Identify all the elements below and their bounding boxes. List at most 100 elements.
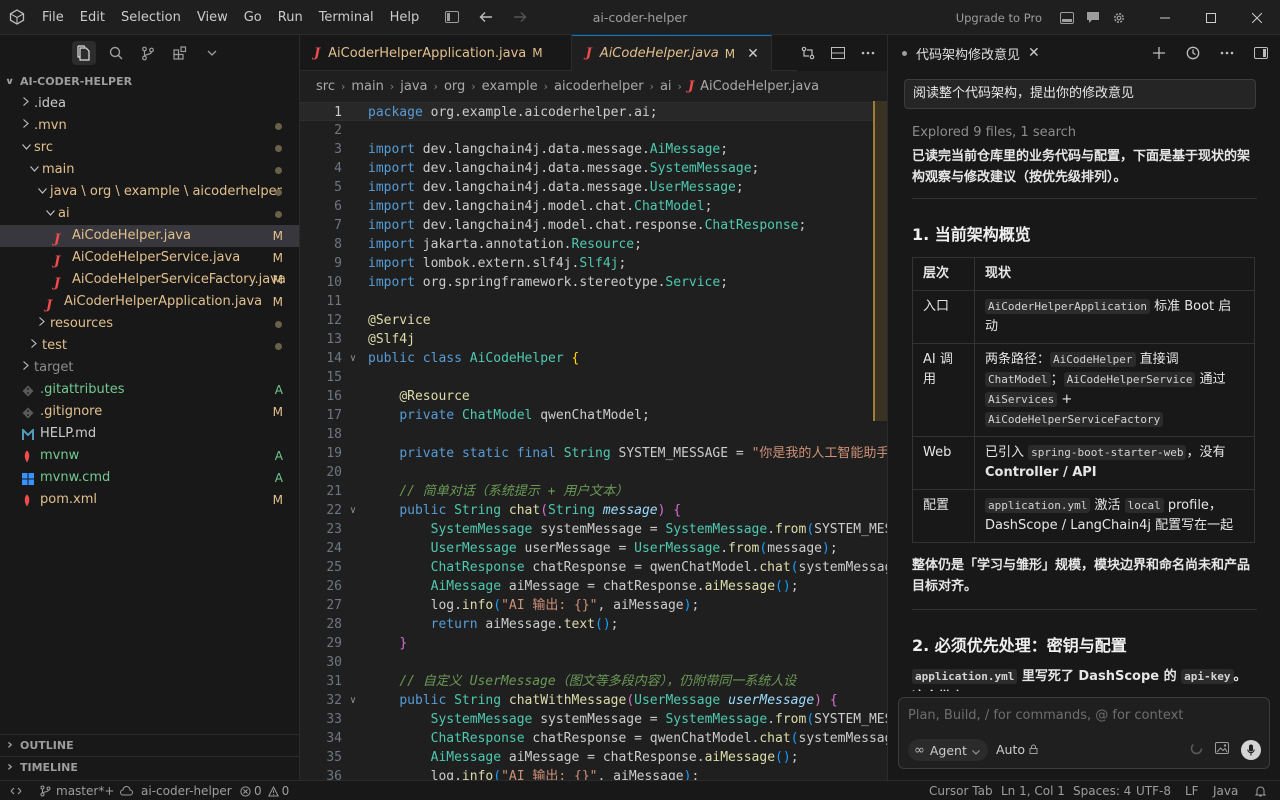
code-line[interactable]: 14 ∨ public class AiCodeHelper { (300, 349, 887, 368)
code-line[interactable]: 12 @Service (300, 311, 887, 330)
code-line[interactable]: 30 (300, 653, 887, 672)
upgrade-link[interactable]: Upgrade to Pro (956, 11, 1042, 25)
file-item[interactable]: J AiCodeHelperServiceFactory.java M (0, 269, 299, 291)
code-line[interactable]: 8 import jakarta.annotation.Resource; (300, 235, 887, 254)
search-icon[interactable] (104, 41, 128, 65)
language-mode[interactable]: Java (1213, 781, 1238, 800)
composer-placeholder[interactable]: Plan, Build, / for commands, @ for conte… (908, 708, 1183, 723)
code-line[interactable]: 23 SystemMessage systemMessage = SystemM… (300, 520, 887, 539)
editor-tab[interactable]: J AiCodeHelper.java M ✕ (571, 35, 772, 71)
forward-arrow-icon[interactable] (509, 6, 531, 28)
code-line[interactable]: 21 // 简单对话（系统提示 + 用户文本） (300, 482, 887, 501)
breadcrumb-item[interactable]: ai (660, 79, 672, 94)
breadcrumb-item[interactable]: java (400, 79, 427, 94)
explorer-files-icon[interactable] (72, 41, 96, 65)
code-line[interactable]: 17 private ChatModel qwenChatModel; (300, 406, 887, 425)
image-attach-icon[interactable] (1215, 742, 1229, 758)
breadcrumb-item[interactable]: src (316, 79, 335, 94)
code-line[interactable]: 32 ∨ public String chatWithMessage(UserMe… (300, 691, 887, 710)
code-line[interactable]: 27 log.info("AI 输出: {}", aiMessage); (300, 596, 887, 615)
source-control-icon[interactable] (136, 41, 160, 65)
file-item[interactable]: pom.xml M (0, 489, 299, 511)
explored-summary[interactable]: Explored 9 files, 1 search (912, 125, 1257, 140)
folder-item[interactable]: main (0, 159, 299, 181)
toggle-sidebar-icon[interactable] (441, 6, 463, 28)
problems-indicator[interactable]: 0 0 (240, 781, 289, 800)
cursor-tab-status[interactable]: Cursor Tab (929, 781, 993, 800)
code-line[interactable]: 22 ∨ public String chat(String message) { (300, 501, 887, 520)
breadcrumb-item[interactable]: main (351, 79, 383, 94)
file-item[interactable]: .gitattributes A (0, 379, 299, 401)
cursor-position[interactable]: Ln 1, Col 1 (1001, 781, 1065, 800)
code-line[interactable]: 24 UserMessage userMessage = UserMessage… (300, 539, 887, 558)
close-tab-icon[interactable]: ✕ (747, 46, 759, 62)
end-of-line[interactable]: LF (1185, 781, 1199, 800)
breadcrumb-item[interactable]: aicoderhelper (554, 79, 644, 94)
menu-help[interactable]: Help (382, 0, 428, 35)
agent-mode-selector[interactable]: ∞ Agent (908, 739, 988, 761)
code-line[interactable]: 36 log.info("AI 输出: {}", aiMessage); (300, 767, 887, 780)
folder-item[interactable]: test (0, 335, 299, 357)
more-actions-icon[interactable] (857, 42, 879, 64)
code-line[interactable]: 9 import lombok.extern.slf4j.Slf4j; (300, 254, 887, 273)
folder-item[interactable]: .mvn (0, 115, 299, 137)
history-clock-icon[interactable] (1182, 42, 1204, 64)
fold-chevron-icon[interactable]: ∨ (350, 349, 356, 368)
code-line[interactable]: 33 SystemMessage systemMessage = SystemM… (300, 710, 887, 729)
code-line[interactable]: 2 (300, 121, 887, 140)
code-line[interactable]: 31 // 自定义 UserMessage（图文等多段内容），仍附带同一系统人设 (300, 672, 887, 691)
breadcrumb-item[interactable]: AiCodeHelper.java (700, 79, 819, 94)
menu-selection[interactable]: Selection (113, 0, 189, 35)
extensions-icon[interactable] (168, 41, 192, 65)
code-line[interactable]: 4 import dev.langchain4j.data.message.Sys… (300, 159, 887, 178)
code-line[interactable]: 7 import dev.langchain4j.model.chat.respo… (300, 216, 887, 235)
notifications-bell-icon[interactable] (1255, 781, 1266, 800)
file-item[interactable]: .gitignore M (0, 401, 299, 423)
layout-panel-icon[interactable] (1056, 7, 1078, 29)
folder-item[interactable]: resources (0, 313, 299, 335)
fold-chevron-icon[interactable]: ∨ (350, 691, 356, 710)
breadcrumb-item[interactable]: example (482, 79, 538, 94)
menu-view[interactable]: View (189, 0, 236, 35)
chat-composer[interactable]: Plan, Build, / for commands, @ for conte… (898, 697, 1270, 769)
code-line[interactable]: 25 ChatResponse chatResponse = qwenChatM… (300, 558, 887, 577)
project-name[interactable]: ai-coder-helper (141, 781, 232, 800)
encoding[interactable]: UTF-8 (1136, 781, 1171, 800)
explorer-section-title[interactable]: AI-CODER-HELPER (0, 71, 299, 93)
scrollbar-thumb[interactable] (873, 101, 887, 421)
code-line[interactable]: 19 private static final String SYSTEM_ME… (300, 444, 887, 463)
code-line[interactable]: 20 (300, 463, 887, 482)
folder-item[interactable]: src (0, 137, 299, 159)
code-line[interactable]: 35 AiMessage aiMessage = chatResponse.ai… (300, 748, 887, 767)
code-line[interactable]: 6 import dev.langchain4j.model.chat.ChatM… (300, 197, 887, 216)
menu-file[interactable]: File (34, 0, 72, 35)
file-item[interactable]: mvnw A (0, 445, 299, 467)
folder-item[interactable]: java \ org \ example \ aicoderhelper (0, 181, 299, 203)
chat-bubble-icon[interactable] (1082, 7, 1104, 29)
chevron-down-icon[interactable] (200, 41, 224, 65)
folder-item[interactable]: target (0, 357, 299, 379)
file-item[interactable]: HELP.md (0, 423, 299, 445)
menu-terminal[interactable]: Terminal (311, 0, 382, 35)
code-line[interactable]: 26 AiMessage aiMessage = chatResponse.ai… (300, 577, 887, 596)
compare-changes-icon[interactable] (797, 42, 819, 64)
code-editor[interactable]: 1 package org.example.aicoderhelper.ai; 2 3… (300, 101, 887, 780)
code-line[interactable]: 11 (300, 292, 887, 311)
indentation[interactable]: Spaces: 4 (1073, 781, 1131, 800)
maximize-button[interactable] (1188, 0, 1234, 35)
code-line[interactable]: 5 import dev.langchain4j.data.message.Use… (300, 178, 887, 197)
menu-run[interactable]: Run (270, 0, 311, 35)
editor-tab[interactable]: J AiCoderHelperApplication.java M (300, 35, 572, 71)
user-prompt-message[interactable]: 阅读整个代码架构，提出你的修改意见 (904, 79, 1256, 109)
close-window-button[interactable] (1234, 0, 1280, 35)
code-line[interactable]: 10 import org.springframework.stereotype.… (300, 273, 887, 292)
microphone-icon[interactable] (1241, 740, 1261, 760)
file-item[interactable]: mvnw.cmd A (0, 467, 299, 489)
menu-go[interactable]: Go (236, 0, 270, 35)
settings-gear-icon[interactable] (1108, 7, 1130, 29)
minimize-button[interactable] (1142, 0, 1188, 35)
model-selector[interactable]: Auto (996, 739, 1038, 761)
code-line[interactable]: 29 } (300, 634, 887, 653)
back-arrow-icon[interactable] (475, 6, 497, 28)
file-item[interactable]: J AiCoderHelperApplication.java M (0, 291, 299, 313)
